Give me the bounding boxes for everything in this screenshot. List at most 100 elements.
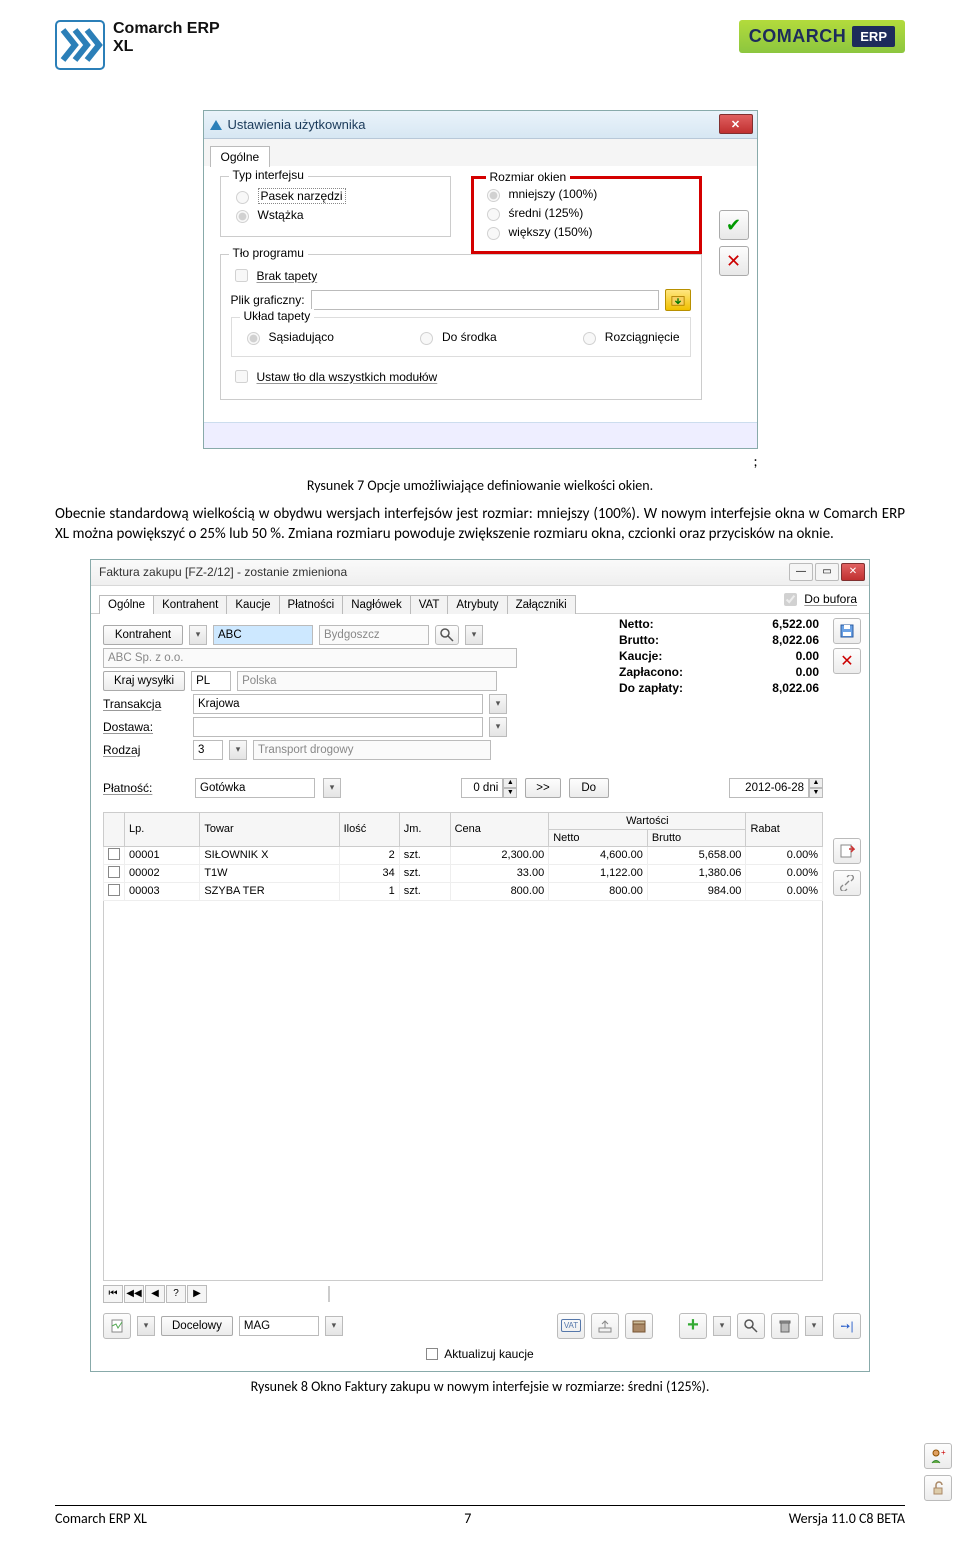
archive-button[interactable] bbox=[625, 1313, 653, 1339]
minimize-icon[interactable]: — bbox=[789, 563, 813, 581]
tab-kontrahent[interactable]: Kontrahent bbox=[153, 595, 227, 614]
dostawa-dd[interactable]: ▾ bbox=[489, 717, 507, 737]
upload-button[interactable] bbox=[591, 1313, 619, 1339]
radio-toolbar-input[interactable] bbox=[236, 191, 249, 204]
row-check[interactable] bbox=[108, 884, 120, 896]
add-row-button[interactable]: + bbox=[679, 1313, 707, 1339]
radio-tile-input[interactable] bbox=[247, 332, 260, 345]
docelowy-button[interactable]: Docelowy bbox=[161, 1316, 233, 1336]
radio-ribbon[interactable]: Wstążka bbox=[231, 207, 440, 223]
table-row[interactable]: 00003SZYBA TER1szt.800.00800.00984.000.0… bbox=[104, 882, 823, 900]
col-netto[interactable]: Netto bbox=[549, 829, 648, 846]
nav-fwd-icon[interactable]: ▶ bbox=[187, 1285, 207, 1303]
radio-stretch-input[interactable] bbox=[583, 332, 596, 345]
dni-spinner[interactable]: 0 dni▲▼ bbox=[461, 778, 517, 798]
docelowy-input[interactable]: MAG bbox=[239, 1316, 319, 1336]
date-value[interactable]: 2012-06-28 bbox=[729, 778, 809, 798]
action-cancel-button[interactable]: ✕ bbox=[833, 648, 861, 674]
platnosc-dd[interactable]: ▾ bbox=[323, 778, 341, 798]
platnosc-input[interactable]: Gotówka bbox=[195, 778, 315, 798]
sheet-button[interactable] bbox=[103, 1313, 131, 1339]
nav-back-icon[interactable]: ◀ bbox=[145, 1285, 165, 1303]
attach-person-button[interactable]: + bbox=[924, 1443, 952, 1469]
transakcja-dd[interactable]: ▾ bbox=[489, 694, 507, 714]
kraj-code-input[interactable]: PL bbox=[191, 671, 231, 691]
kontrahent-dropdown[interactable]: ▾ bbox=[189, 625, 207, 645]
radio-toolbar[interactable]: Pasek narzędzi bbox=[231, 188, 440, 204]
radio-ribbon-input[interactable] bbox=[236, 210, 249, 223]
delete-row-button[interactable] bbox=[771, 1313, 799, 1339]
grid-export-button[interactable] bbox=[833, 838, 861, 864]
nav-prev-icon[interactable]: ◀◀ bbox=[124, 1285, 144, 1303]
radio-size-100-input[interactable] bbox=[487, 189, 500, 202]
invoice-titlebar[interactable]: Faktura zakupu [FZ-2/12] - zostanie zmie… bbox=[91, 560, 869, 586]
rodzaj-dd[interactable]: ▾ bbox=[229, 740, 247, 760]
table-row[interactable]: 00001SIŁOWNIK X2szt.2,300.004,600.005,65… bbox=[104, 846, 823, 864]
lock-button[interactable] bbox=[924, 1475, 952, 1501]
radio-size-150-input[interactable] bbox=[487, 227, 500, 240]
col-lp[interactable]: Lp. bbox=[125, 812, 200, 846]
kraj-button[interactable]: Kraj wysyłki bbox=[103, 671, 185, 691]
browse-button[interactable] bbox=[665, 289, 691, 311]
tab-vat[interactable]: VAT bbox=[410, 595, 449, 614]
grid-link-button[interactable] bbox=[833, 870, 861, 896]
radio-size-100[interactable]: mniejszy (100%) bbox=[482, 186, 691, 202]
do-bufora-check[interactable]: Do bufora bbox=[780, 590, 861, 613]
rodzaj-code[interactable]: 3 bbox=[193, 740, 223, 760]
settings-titlebar[interactable]: Ustawienia użytkownika ✕ bbox=[204, 111, 757, 139]
row-check[interactable] bbox=[108, 848, 120, 860]
radio-size-150[interactable]: większy (150%) bbox=[482, 224, 691, 240]
file-input[interactable] bbox=[311, 290, 659, 310]
kontrahent-search-button[interactable] bbox=[435, 625, 459, 645]
dni-value[interactable]: 0 dni bbox=[461, 778, 503, 798]
col-brutto[interactable]: Brutto bbox=[647, 829, 746, 846]
tab-naglowek[interactable]: Nagłówek bbox=[342, 595, 411, 614]
radio-center-input[interactable] bbox=[420, 332, 433, 345]
col-jm[interactable]: Jm. bbox=[399, 812, 450, 846]
close-icon[interactable]: ✕ bbox=[719, 114, 753, 134]
check-all-modules-input[interactable] bbox=[235, 370, 248, 383]
tab-kaucje[interactable]: Kaucje bbox=[226, 595, 279, 614]
tab-atrybuty[interactable]: Atrybuty bbox=[447, 595, 507, 614]
kontrahent-search-dd[interactable]: ▾ bbox=[465, 625, 483, 645]
aktualizuj-check[interactable] bbox=[426, 1348, 438, 1360]
dostawa-input[interactable] bbox=[193, 717, 483, 737]
row-check[interactable] bbox=[108, 866, 120, 878]
nav-help-icon[interactable]: ? bbox=[166, 1285, 186, 1303]
ok-button[interactable]: ✔ bbox=[719, 210, 749, 240]
radio-center[interactable]: Do środka bbox=[415, 329, 497, 345]
vat-button[interactable]: VAT bbox=[557, 1313, 585, 1339]
col-towar[interactable]: Towar bbox=[200, 812, 339, 846]
radio-size-125[interactable]: średni (125%) bbox=[482, 205, 691, 221]
kontrahent-button[interactable]: Kontrahent bbox=[103, 625, 183, 645]
tab-zalaczniki[interactable]: Załączniki bbox=[507, 595, 576, 614]
preview-button[interactable] bbox=[737, 1313, 765, 1339]
close-icon[interactable]: ✕ bbox=[841, 563, 865, 581]
goto-end-button[interactable]: ➙| bbox=[833, 1313, 861, 1339]
do-button[interactable]: Do bbox=[569, 778, 609, 798]
horizontal-scrollbar[interactable] bbox=[328, 1286, 330, 1302]
check-no-wallpaper[interactable]: Brak tapety bbox=[231, 266, 691, 285]
kontrahent-code-input[interactable]: ABC bbox=[213, 625, 313, 645]
date-spinner[interactable]: 2012-06-28▲▼ bbox=[729, 778, 823, 798]
radio-size-125-input[interactable] bbox=[487, 208, 500, 221]
check-no-wallpaper-input[interactable] bbox=[235, 269, 248, 282]
docelowy-dd[interactable]: ▾ bbox=[325, 1316, 343, 1336]
radio-tile[interactable]: Sąsiadująco bbox=[242, 329, 334, 345]
date-up-icon[interactable]: ▲ bbox=[809, 778, 823, 788]
table-row[interactable]: 00002T1W34szt.33.001,122.001,380.060.00% bbox=[104, 864, 823, 882]
spin-down-icon[interactable]: ▼ bbox=[503, 788, 517, 798]
col-ilosc[interactable]: Ilość bbox=[339, 812, 399, 846]
add-row-dd[interactable]: ▾ bbox=[713, 1316, 731, 1336]
tab-platnosci[interactable]: Płatności bbox=[279, 595, 344, 614]
save-button[interactable] bbox=[833, 618, 861, 644]
cancel-button[interactable]: ✕ bbox=[719, 246, 749, 276]
tab-ogolne[interactable]: Ogólne bbox=[99, 595, 154, 614]
delete-row-dd[interactable]: ▾ bbox=[805, 1316, 823, 1336]
tab-general[interactable]: Ogólne bbox=[210, 146, 271, 167]
nav-first-icon[interactable]: ⏮ bbox=[103, 1285, 123, 1303]
col-rabat[interactable]: Rabat bbox=[746, 812, 823, 846]
col-cena[interactable]: Cena bbox=[450, 812, 549, 846]
radio-stretch[interactable]: Rozciągnięcie bbox=[578, 329, 680, 345]
transakcja-input[interactable]: Krajowa bbox=[193, 694, 483, 714]
